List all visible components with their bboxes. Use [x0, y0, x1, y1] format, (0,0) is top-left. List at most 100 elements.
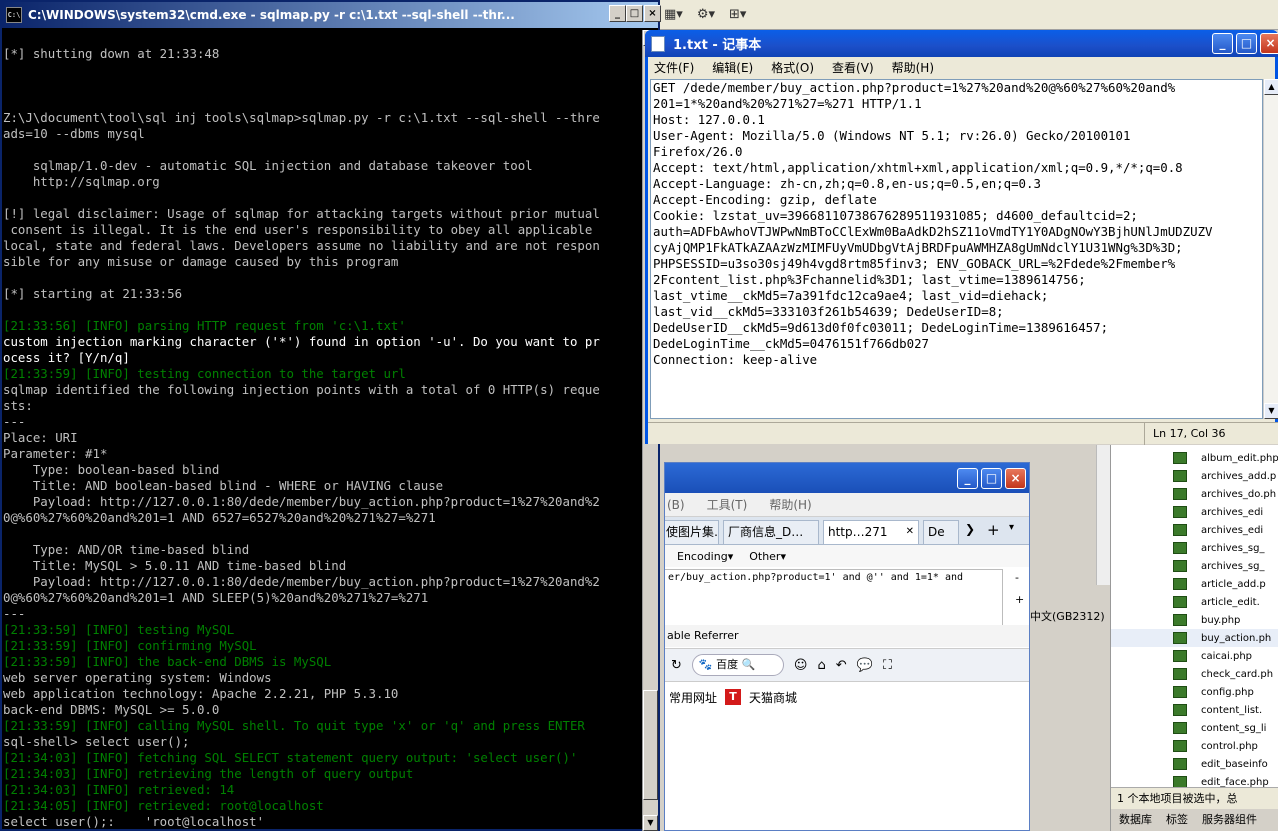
crop-icon[interactable]: ⛶ — [883, 658, 892, 673]
console-line: [*] shutting down at 21:33:48 — [3, 46, 220, 61]
menu-edit[interactable]: 编辑(E) — [712, 59, 753, 76]
browser-tab[interactable]: De — [923, 520, 959, 544]
text-line: DedeUserID__ckMd5=9d613d0f0fc03011; Dede… — [653, 320, 1109, 335]
console-line: 0@%60%27%60%20and%201=1 AND 6527=6527%20… — [3, 510, 436, 525]
browser-menu-help[interactable]: 帮助(H) — [769, 496, 811, 513]
bookmark-common-sites[interactable]: 常用网址 — [669, 689, 717, 706]
browser-menu-tools[interactable]: 工具(T) — [707, 496, 748, 513]
cmd-minimize-button[interactable]: _ — [609, 5, 626, 22]
tab-database[interactable]: 数据库 — [1119, 809, 1152, 831]
file-item[interactable]: caicai.php — [1111, 647, 1278, 665]
console-line: [21:33:59] [INFO] testing connection to … — [3, 366, 406, 381]
browser-minimize-button[interactable]: _ — [957, 468, 978, 489]
scroll-up-icon[interactable]: ▲ — [1264, 79, 1278, 95]
php-file-icon — [1173, 506, 1187, 518]
cmd-titlebar[interactable]: C:\ C:\WINDOWS\system32\cmd.exe - sqlmap… — [2, 2, 658, 28]
sitemap-menu-icon[interactable]: ⊞▾ — [729, 7, 746, 22]
reload-icon[interactable]: ↻ — [671, 658, 682, 673]
text-line: Firefox/26.0 — [653, 144, 743, 159]
file-item[interactable]: album_edit.php — [1111, 449, 1278, 467]
file-name: check_card.ph — [1201, 668, 1274, 680]
notepad-scrollbar[interactable]: ▲ ▼ — [1263, 79, 1278, 419]
notepad-minimize-button[interactable]: _ — [1212, 33, 1233, 54]
cmd-scroll-thumb[interactable] — [643, 690, 658, 800]
browser-tab[interactable]: 使图片集… — [665, 520, 719, 544]
php-file-icon — [1173, 560, 1187, 572]
referrer-option[interactable]: able Referrer — [665, 625, 1029, 647]
scroll-down-icon[interactable]: ▼ — [1264, 403, 1278, 419]
file-item[interactable]: archives_edi — [1111, 521, 1278, 539]
console-line: sible for any misuse or damage caused by… — [3, 254, 399, 269]
tab-tags[interactable]: 标签 — [1166, 809, 1188, 831]
bookmark-tmall[interactable]: 天猫商城 — [749, 689, 797, 706]
file-item[interactable]: check_card.ph — [1111, 665, 1278, 683]
file-item[interactable]: archives_add.p — [1111, 467, 1278, 485]
browser-close-button[interactable]: × — [1005, 468, 1026, 489]
console-line: [21:34:03] [INFO] retrieving the length … — [3, 766, 414, 781]
console-line: custom injection marking character ('*')… — [3, 334, 600, 349]
scroll-down-icon[interactable]: ▼ — [643, 815, 658, 831]
file-item[interactable]: article_add.p — [1111, 575, 1278, 593]
settings-menu-icon[interactable]: ⚙▾ — [697, 7, 715, 22]
chat-icon[interactable]: 💬 — [857, 658, 873, 673]
hackbar-decrease-button[interactable]: - — [1015, 571, 1019, 584]
file-item[interactable]: buy_action.ph — [1111, 629, 1278, 647]
hackbar-increase-button[interactable]: + — [1015, 593, 1024, 606]
file-item[interactable]: archives_edi — [1111, 503, 1278, 521]
file-name: buy_action.ph — [1201, 632, 1272, 644]
text-line: Host: 127.0.0.1 — [653, 112, 765, 127]
console-line: sqlmap identified the following injectio… — [3, 382, 600, 397]
console-line: Place: URI — [3, 430, 78, 445]
view-menu-icon[interactable]: ▦▾ — [664, 7, 683, 22]
tmall-icon: T — [725, 689, 742, 705]
file-item[interactable]: archives_sg_ — [1111, 539, 1278, 557]
tab-list-icon[interactable]: ▾ — [1009, 522, 1014, 533]
other-menu[interactable]: Other▾ — [749, 550, 786, 563]
file-name: caicai.php — [1201, 650, 1253, 662]
menu-format[interactable]: 格式(O) — [771, 59, 814, 76]
file-list: album_edit.php archives_add.p archives_do.… — [1111, 449, 1278, 791]
console-line: back-end DBMS: MySQL >= 5.0.0 — [3, 702, 220, 717]
file-item[interactable]: control.php — [1111, 737, 1278, 755]
file-item[interactable]: edit_baseinfo — [1111, 755, 1278, 773]
file-item[interactable]: buy.php — [1111, 611, 1278, 629]
background-toolbar: ▦▾ ⚙▾ ⊞▾ — [644, 0, 1278, 30]
cmd-restore-button[interactable]: □ — [626, 5, 643, 22]
browser-tab[interactable]: 厂商信息_D… — [723, 520, 819, 544]
file-item[interactable]: archives_do.ph — [1111, 485, 1278, 503]
menu-view[interactable]: 查看(V) — [832, 59, 874, 76]
file-item[interactable]: config.php — [1111, 683, 1278, 701]
hackbar-url-input[interactable]: er/buy_action.php?product=1' and @'' and… — [665, 569, 1003, 631]
browser-menu-item[interactable]: (B) — [667, 498, 685, 512]
file-item[interactable]: content_list. — [1111, 701, 1278, 719]
file-item[interactable]: archives_sg_ — [1111, 557, 1278, 575]
addon-icon[interactable]: ☺ — [794, 658, 808, 673]
search-engine-box[interactable]: 🐾 百度 🔍 — [691, 654, 784, 676]
menu-help[interactable]: 帮助(H) — [892, 59, 934, 76]
notepad-maximize-button[interactable]: □ — [1236, 33, 1257, 54]
php-file-icon — [1173, 524, 1187, 536]
cmd-close-button[interactable]: × — [644, 5, 661, 22]
search-icon[interactable]: 🔍 — [742, 658, 756, 671]
back-icon[interactable]: ↶ — [836, 658, 847, 673]
home-icon[interactable]: ⌂ — [817, 658, 825, 673]
encoding-menu[interactable]: Encoding▾ — [677, 550, 733, 563]
browser-maximize-button[interactable]: □ — [981, 468, 1002, 489]
notepad-close-button[interactable]: × — [1260, 33, 1278, 54]
new-tab-icon[interactable]: + — [987, 521, 1000, 539]
notepad-titlebar[interactable]: 1.txt - 记事本 _ □ × — [645, 30, 1278, 57]
file-name: archives_sg_ — [1201, 542, 1265, 554]
file-item[interactable]: article_edit. — [1111, 593, 1278, 611]
console-line: Z:\J\document\tool\sql inj tools\sqlmap>… — [3, 110, 600, 125]
menu-file[interactable]: 文件(F) — [654, 59, 694, 76]
background-scrollbar[interactable] — [1096, 445, 1110, 585]
cmd-console-output[interactable]: [*] shutting down at 21:33:48 Z:\J\docume… — [2, 30, 644, 831]
console-line: [21:33:59] [INFO] the back-end DBMS is M… — [3, 654, 332, 669]
notepad-text-area[interactable]: GET /dede/member/buy_action.php?product=… — [650, 79, 1263, 419]
file-panel-tabs: 数据库 标签 服务器组件 — [1111, 809, 1278, 831]
close-icon[interactable]: ✕ — [906, 521, 914, 543]
browser-tab-active[interactable]: http…271 ✕ — [823, 520, 919, 544]
tab-scroll-right-icon[interactable]: ❯ — [965, 522, 975, 536]
file-item[interactable]: content_sg_li — [1111, 719, 1278, 737]
tab-server-components[interactable]: 服务器组件 — [1202, 809, 1257, 831]
